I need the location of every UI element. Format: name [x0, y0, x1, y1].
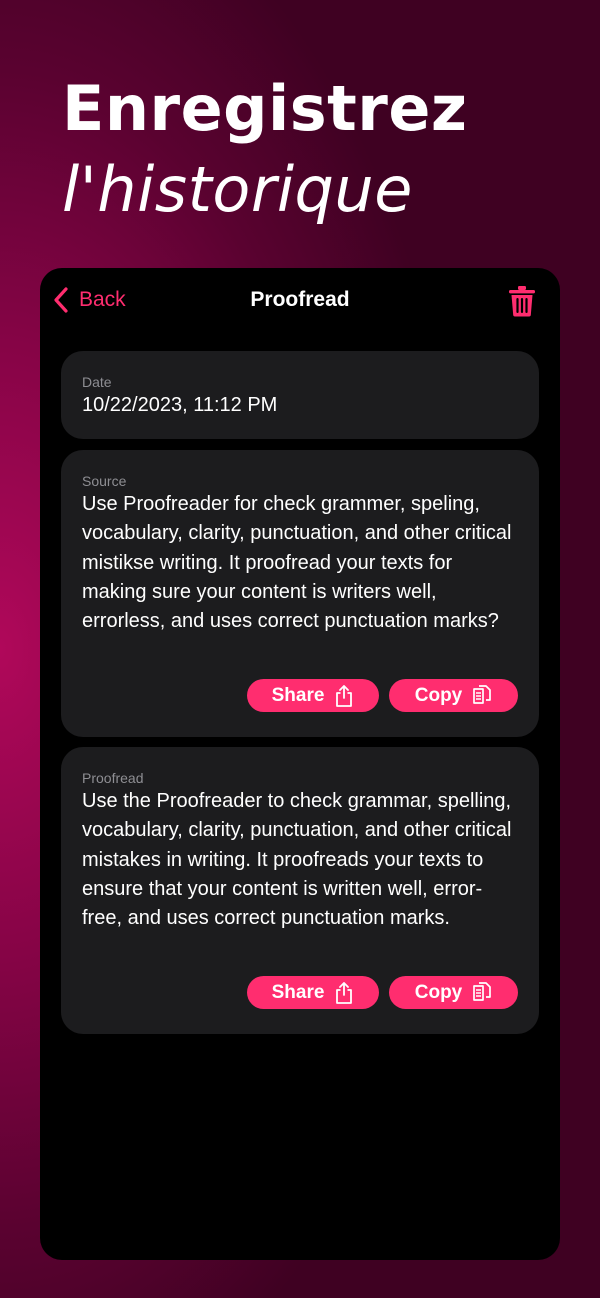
proofread-copy-button[interactable]: Copy	[389, 976, 518, 1009]
share-icon	[336, 684, 353, 707]
date-card: Date 10/22/2023, 11:12 PM	[61, 351, 539, 439]
source-copy-button[interactable]: Copy	[389, 679, 518, 712]
source-card: Source Use Proofreader for check grammer…	[61, 450, 539, 737]
proofread-label: Proofread	[82, 770, 144, 786]
proofread-card: Proofread Use the Proofreader to check g…	[61, 747, 539, 1034]
share-button-label: Share	[271, 981, 325, 1003]
trash-icon[interactable]	[508, 285, 536, 317]
date-value: 10/22/2023, 11:12 PM	[82, 394, 278, 416]
promo-headline: Enregistrez l'historique	[62, 70, 468, 232]
proofread-share-button[interactable]: Share	[247, 976, 379, 1009]
headline-line-1: Enregistrez	[62, 72, 468, 145]
source-label: Source	[82, 473, 127, 489]
proofread-text: Use the Proofreader to check grammar, sp…	[82, 790, 512, 930]
copy-icon	[473, 981, 492, 1001]
page-title: Proofread	[250, 288, 350, 311]
copy-icon	[473, 684, 492, 704]
date-label: Date	[82, 374, 112, 390]
copy-button-label: Copy	[414, 981, 463, 1003]
source-text: Use Proofreader for check grammer, speli…	[82, 493, 512, 633]
headline-line-2: l'historique	[62, 153, 413, 226]
navigation-bar: Back Proofread	[40, 268, 560, 334]
app-screen: Back Proofread Date 10/22/2023, 11:12 PM…	[40, 268, 560, 1260]
share-button-label: Share	[271, 684, 325, 706]
source-share-button[interactable]: Share	[247, 679, 379, 712]
share-icon	[336, 981, 353, 1004]
copy-button-label: Copy	[414, 684, 463, 706]
